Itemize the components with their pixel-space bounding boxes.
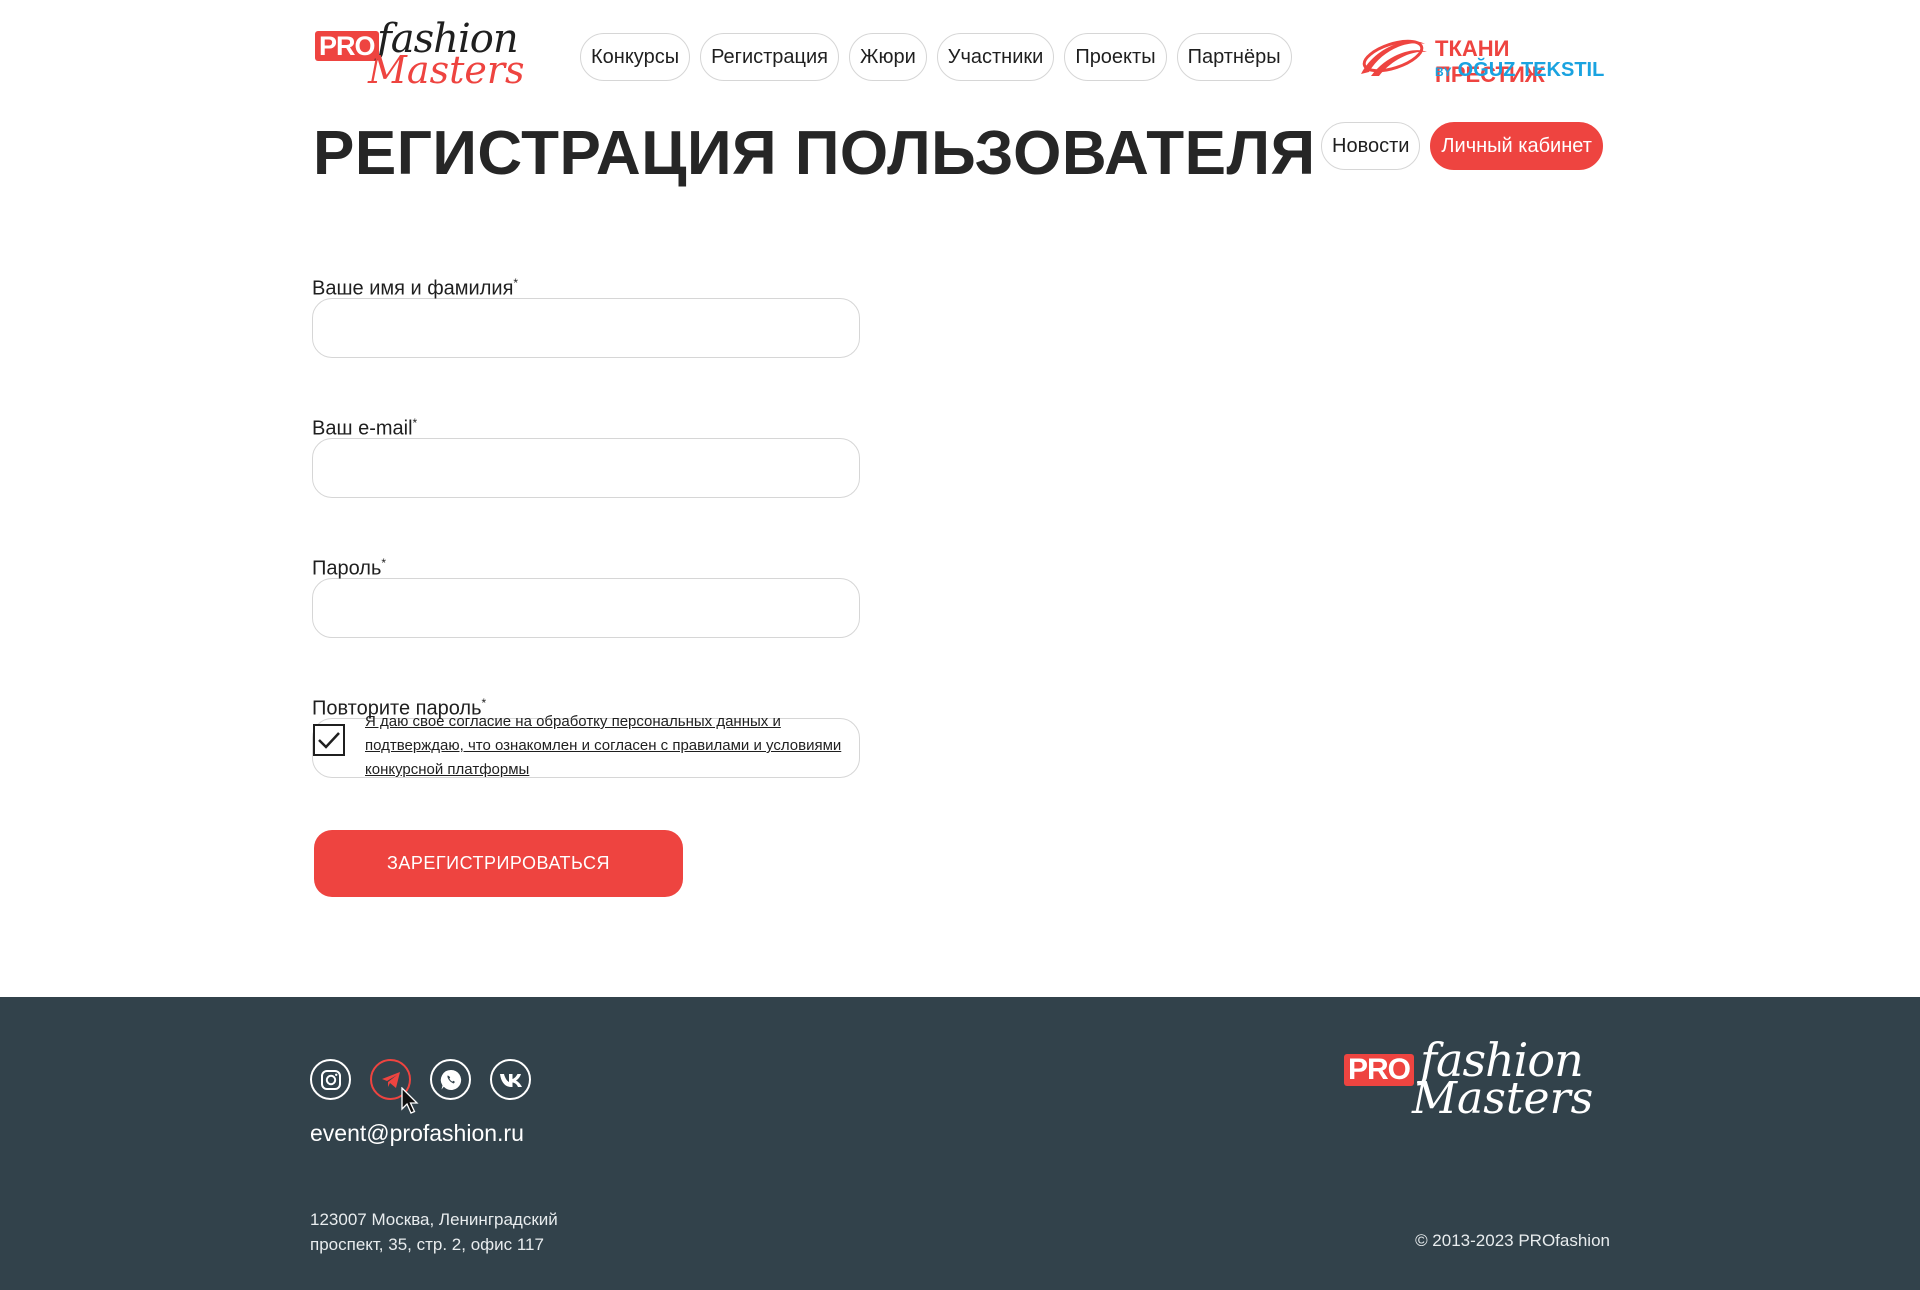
required-mark: * <box>381 556 387 570</box>
nav-item-partners[interactable]: Партнёры <box>1176 33 1292 81</box>
required-mark: * <box>481 696 487 710</box>
check-icon <box>318 732 340 749</box>
site-logo[interactable]: PRO fashion Masters <box>313 16 531 92</box>
password-label-text: Пароль <box>312 557 382 580</box>
consent-link[interactable]: Я даю свое согласие на обработку персона… <box>365 710 853 782</box>
register-button[interactable]: ЗАРЕГИСТРИРОВАТЬСЯ <box>314 830 683 897</box>
vk-icon[interactable] <box>490 1059 531 1100</box>
footer-logo[interactable]: PRO fashion Masters <box>1342 1033 1612 1127</box>
consent-row: Я даю свое согласие на обработку персона… <box>313 710 853 782</box>
nav-item-jury[interactable]: Жюри <box>849 33 927 81</box>
nav-item-projects[interactable]: Проекты <box>1064 33 1167 81</box>
page-title: РЕГИСТРАЦИЯ ПОЛЬЗОВАТЕЛЯ <box>313 119 1316 188</box>
footer-address: 123007 Москва, Ленинградский проспект, 3… <box>310 1207 610 1257</box>
main-nav: Конкурсы Регистрация Жюри Участники Прое… <box>580 33 1292 81</box>
footer-logo-pro: PRO <box>1344 1054 1415 1086</box>
name-input[interactable] <box>312 298 860 358</box>
news-button[interactable]: Новости <box>1321 122 1421 170</box>
partner-brand: OĞUZ TEKSTIL <box>1457 59 1605 81</box>
partner-swoosh-icon <box>1361 39 1427 76</box>
header-actions: Новости Личный кабинет <box>1321 122 1603 170</box>
name-label: Ваше имя и фамилия* <box>312 268 862 300</box>
instagram-icon[interactable] <box>310 1059 351 1100</box>
account-button[interactable]: Личный кабинет <box>1430 122 1603 170</box>
address-line-2: проспект, 35, стр. 2, офис 117 <box>310 1235 544 1254</box>
email-label: Ваш e-mail* <box>312 408 862 440</box>
address-line-1: 123007 Москва, Ленинградский <box>310 1210 558 1229</box>
password-input[interactable] <box>312 578 860 638</box>
whatsapp-icon[interactable] <box>430 1059 471 1100</box>
partner-subname: BY OĞUZ TEKSTIL <box>1435 59 1604 82</box>
mouse-cursor-icon <box>401 1087 419 1114</box>
email-label-text: Ваш e-mail <box>312 417 413 440</box>
copyright: © 2013-2023 PROfashion <box>1415 1231 1610 1250</box>
logo-masters: Masters <box>368 48 525 92</box>
partner-logo[interactable]: ТКАНИ ПРЕСТИЖ BY OĞUZ TEKSTIL <box>1357 32 1613 87</box>
name-label-text: Ваше имя и фамилия <box>312 277 514 300</box>
footer-email[interactable]: event@profashion.ru <box>310 1120 524 1147</box>
footer-logo-masters: Masters <box>1412 1073 1594 1124</box>
nav-item-participants[interactable]: Участники <box>936 33 1055 81</box>
footer: event@profashion.ru 123007 Москва, Ленин… <box>0 997 1920 1290</box>
partner-by: BY <box>1435 65 1452 79</box>
consent-checkbox[interactable] <box>313 724 345 756</box>
nav-item-registration[interactable]: Регистрация <box>700 33 839 81</box>
password-label: Пароль* <box>312 548 862 580</box>
email-input[interactable] <box>312 438 860 498</box>
nav-item-contests[interactable]: Конкурсы <box>580 33 691 81</box>
required-mark: * <box>513 276 519 290</box>
required-mark: * <box>412 416 418 430</box>
